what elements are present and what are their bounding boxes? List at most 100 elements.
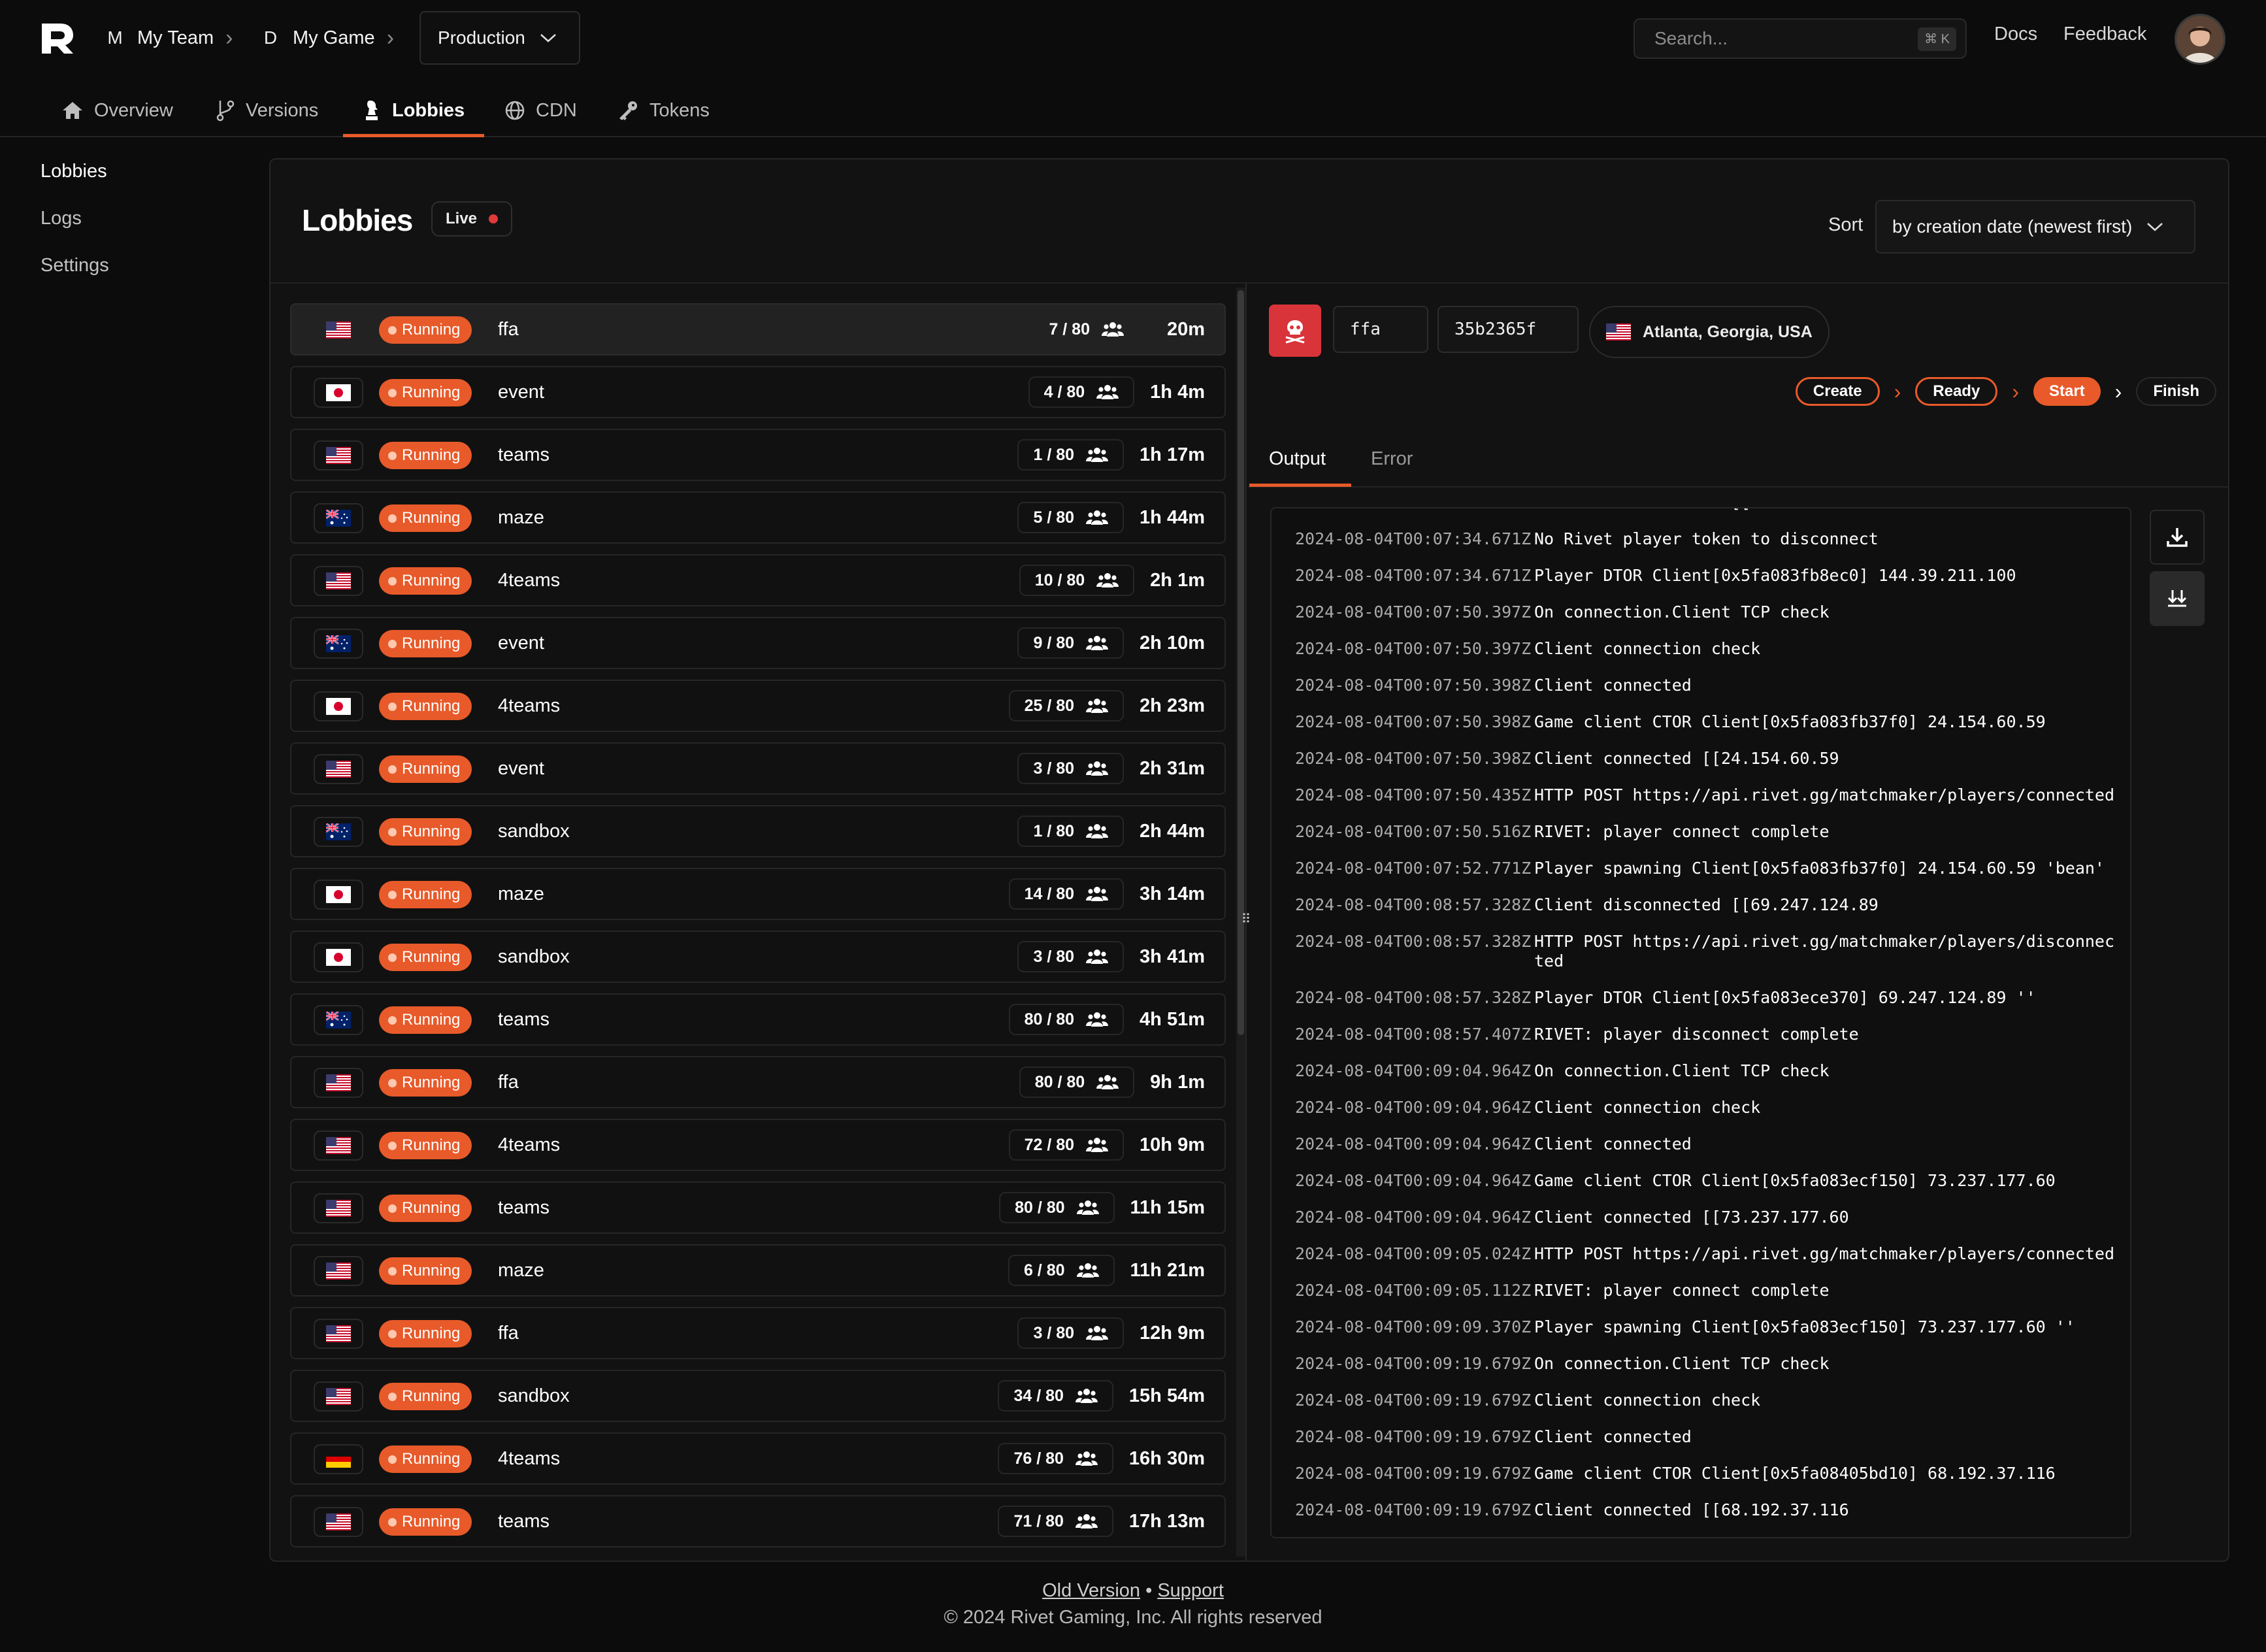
log-timestamp: 2024-08-04T00:07:50.397Z xyxy=(1295,603,1532,621)
support-link[interactable]: Support xyxy=(1157,1580,1224,1601)
log-line: 2024-08-04T00:07:50.435Z HTTP POST https:… xyxy=(1295,785,2118,805)
sidebar-item-lobbies[interactable]: Lobbies xyxy=(41,157,109,204)
lobby-name: ffa xyxy=(498,1072,519,1093)
player-count: 9 / 80 xyxy=(1017,627,1125,659)
player-count: 10 / 80 xyxy=(1019,565,1135,596)
rivet-logo-icon[interactable] xyxy=(41,22,74,55)
live-badge[interactable]: Live xyxy=(431,201,512,237)
lobby-row[interactable]: Running teams 80 / 80 4h 51m xyxy=(290,993,1226,1046)
docs-link[interactable]: Docs xyxy=(1994,24,2037,45)
lobby-row[interactable]: Running 4teams 25 / 80 2h 23m xyxy=(290,680,1226,732)
users-icon xyxy=(1086,1326,1109,1340)
lobby-row[interactable]: Running event 9 / 80 2h 10m xyxy=(290,617,1226,669)
player-count-label: 71 / 80 xyxy=(1013,1512,1064,1530)
lobby-mode-chip[interactable]: ffa xyxy=(1333,306,1428,353)
lobby-row[interactable]: Running teams 71 / 80 17h 13m xyxy=(290,1495,1226,1547)
lobby-row[interactable]: Running ffa 7 / 80 20m xyxy=(290,303,1226,355)
log-timestamp: 2024-08-04T00:07:34.671Z xyxy=(1295,508,1534,512)
lobby-meta: 80 / 80 11h 15m xyxy=(999,1192,1205,1223)
lobby-row[interactable]: Running event 4 / 80 1h 4m xyxy=(290,366,1226,418)
lobby-name: ffa xyxy=(498,319,519,340)
player-count: 4 / 80 xyxy=(1028,376,1135,408)
lobby-row[interactable]: Running ffa 80 / 80 9h 1m xyxy=(290,1056,1226,1108)
footer-separator: • xyxy=(1145,1580,1153,1601)
lobby-id: 35b2365f xyxy=(1454,320,1537,339)
sort-select[interactable]: by creation date (newest first) xyxy=(1875,200,2195,254)
lobby-row[interactable]: Running maze 14 / 80 3h 14m xyxy=(290,868,1226,920)
log-message: Client connected xyxy=(1534,1134,1692,1153)
lobby-name: maze xyxy=(498,884,544,904)
download-logs-button[interactable] xyxy=(2150,510,2205,565)
log-timestamp: 2024-08-04T00:09:19.679Z xyxy=(1295,1391,1532,1410)
follow-logs-button[interactable] xyxy=(2150,571,2205,626)
status-label: Running xyxy=(402,1450,461,1468)
log-line: 2024-08-04T00:07:50.397Z On connection.Cl… xyxy=(1295,603,2118,622)
log-message: RIVET: player connect complete xyxy=(1534,822,1830,841)
chevron-right-icon: › xyxy=(2012,379,2019,403)
us-flag-icon xyxy=(314,440,363,471)
tab-error[interactable]: Error xyxy=(1371,448,1413,470)
lobby-row[interactable]: Running teams 80 / 80 11h 15m xyxy=(290,1181,1226,1234)
sidebar-item-logs[interactable]: Logs xyxy=(41,204,109,251)
globe-icon xyxy=(505,101,525,120)
log-message: Client connected xyxy=(1534,1427,1692,1446)
player-count: 80 / 80 xyxy=(1008,1004,1125,1035)
lobby-row[interactable]: Running ffa 3 / 80 12h 9m xyxy=(290,1307,1226,1359)
lobby-row[interactable]: Running 4teams 10 / 80 2h 1m xyxy=(290,554,1226,606)
environment-select[interactable]: Production xyxy=(419,11,580,65)
log-timestamp: 2024-08-04T00:09:19.679Z xyxy=(1295,1354,1532,1373)
users-icon xyxy=(1096,1075,1119,1089)
lobby-meta: 3 / 80 3h 41m xyxy=(1017,941,1205,972)
lobby-row[interactable]: Running maze 6 / 80 11h 21m xyxy=(290,1244,1226,1297)
lobby-uptime: 1h 17m xyxy=(1140,444,1205,465)
tab-output[interactable]: Output xyxy=(1269,448,1326,470)
tab-overview[interactable]: Overview xyxy=(61,84,173,137)
player-count-label: 80 / 80 xyxy=(1015,1198,1065,1217)
active-tab-indicator xyxy=(343,134,484,137)
lobby-row[interactable]: Running sandbox 1 / 80 2h 44m xyxy=(290,805,1226,857)
users-icon xyxy=(1076,1200,1099,1215)
status-badge: Running xyxy=(379,316,472,344)
australia-flag-icon xyxy=(314,503,363,533)
lobby-meta: 80 / 80 9h 1m xyxy=(1019,1066,1205,1098)
lobby-row[interactable]: Running 4teams 72 / 80 10h 9m xyxy=(290,1119,1226,1171)
lobby-row[interactable]: Running maze 5 / 80 1h 44m xyxy=(290,491,1226,544)
sidebar-item-settings[interactable]: Settings xyxy=(41,251,109,298)
lobby-row[interactable]: Running teams 1 / 80 1h 17m xyxy=(290,429,1226,481)
feedback-link[interactable]: Feedback xyxy=(2063,24,2146,45)
log-timestamp: 2024-08-04T00:09:05.112Z xyxy=(1295,1281,1532,1300)
status-label: Running xyxy=(402,1325,461,1342)
lobby-uptime: 3h 14m xyxy=(1140,883,1205,904)
status-dot xyxy=(388,388,397,397)
search-input[interactable]: Search... ⌘ K xyxy=(1634,18,1967,59)
log-output[interactable]: 2024-08-04T00:07:34.671Z Client disconnec… xyxy=(1270,507,2131,1538)
step-ready: Ready xyxy=(1915,377,1998,406)
player-count-label: 7 / 80 xyxy=(1049,320,1090,339)
lobby-row[interactable]: Running event 3 / 80 2h 31m xyxy=(290,742,1226,795)
lobby-row[interactable]: Running sandbox 3 / 80 3h 41m xyxy=(290,931,1226,983)
log-message: Client connected xyxy=(1534,676,1692,695)
tab-lobbies[interactable]: Lobbies xyxy=(363,84,465,137)
log-message: Client disconnected [[69.247.124.89 xyxy=(1534,895,1879,914)
sort-label: Sort xyxy=(1828,214,1864,235)
user-avatar[interactable] xyxy=(2175,14,2225,65)
lobby-row[interactable]: Running sandbox 34 / 80 15h 54m xyxy=(290,1370,1226,1422)
lobby-name: event xyxy=(498,758,544,779)
status-badge: Running xyxy=(379,755,472,783)
game-name: My Game xyxy=(293,27,375,48)
lobby-uptime: 16h 30m xyxy=(1128,1447,1205,1469)
status-label: Running xyxy=(402,1136,461,1154)
tab-tokens[interactable]: Tokens xyxy=(617,84,710,137)
users-icon xyxy=(1086,636,1109,650)
breadcrumb-game[interactable]: D My Game › xyxy=(260,20,394,56)
tab-cdn[interactable]: CDN xyxy=(504,84,577,137)
breadcrumb-team[interactable]: M My Team › xyxy=(105,20,233,56)
lobby-id-chip[interactable]: 35b2365f xyxy=(1437,306,1579,353)
tab-versions[interactable]: Versions xyxy=(216,84,318,137)
old-version-link[interactable]: Old Version xyxy=(1042,1580,1140,1601)
lobby-row[interactable]: Running 4teams 76 / 80 16h 30m xyxy=(290,1432,1226,1485)
team-name: My Team xyxy=(137,27,214,48)
status-badge: Running xyxy=(379,1446,472,1473)
log-message: Client connected [[73.237.177.60 xyxy=(1534,1208,1849,1227)
destroy-lobby-button[interactable] xyxy=(1269,305,1321,357)
